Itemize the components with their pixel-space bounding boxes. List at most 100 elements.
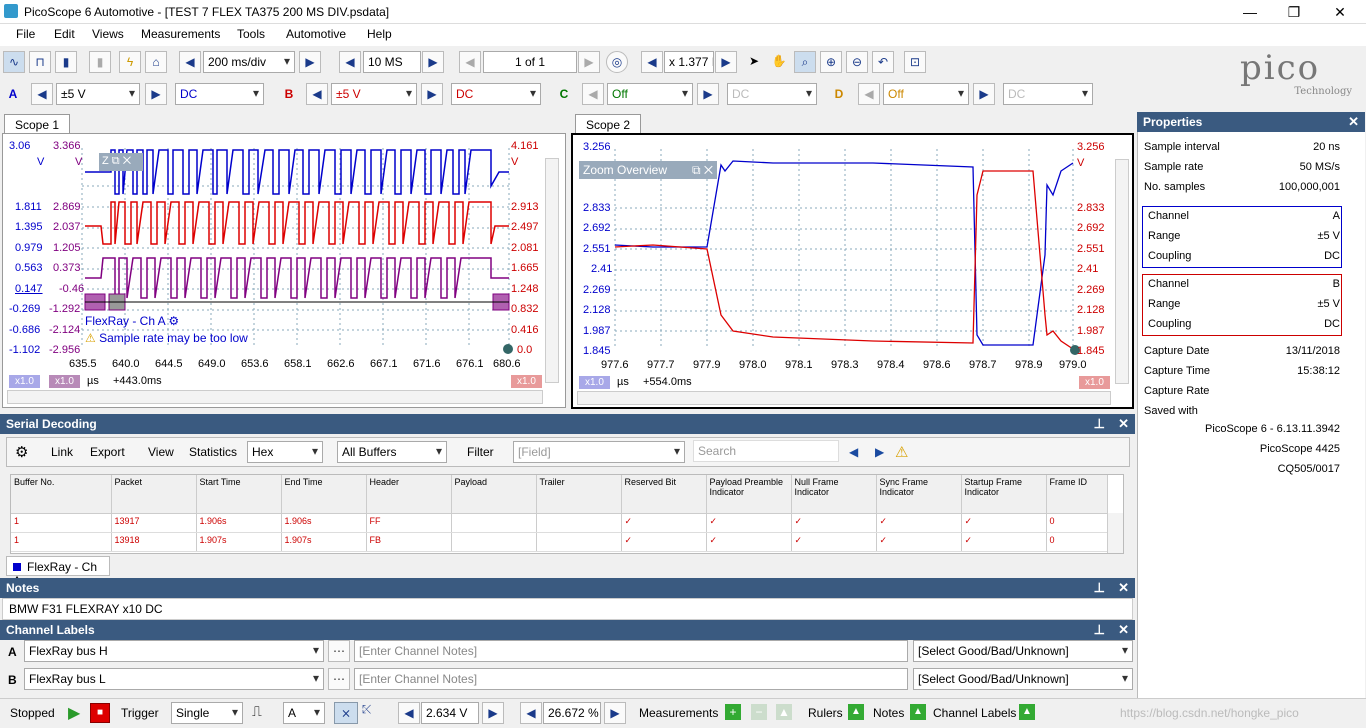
label-row-b-name[interactable]: FlexRay bus L	[24, 668, 324, 690]
properties-close-icon[interactable]: ✕	[1348, 114, 1359, 130]
chD-coupling-select[interactable]: DC	[1003, 83, 1093, 105]
tab-scope2[interactable]: Scope 2	[575, 114, 642, 134]
label-row-a-status[interactable]: [Select Good/Bad/Unknown]	[913, 640, 1133, 662]
scope-mode-icon[interactable]: ∿	[3, 51, 25, 73]
label-row-b-more-icon[interactable]: ⋯	[328, 668, 350, 690]
table-row[interactable]: 1 13918 1.907s 1.907s FB ✓ ✓ ✓ ✓ ✓ 0	[11, 532, 1108, 552]
col-payload[interactable]: Payload	[451, 475, 537, 514]
serial-vscrollbar[interactable]	[1107, 513, 1123, 553]
add-measurement-icon[interactable]: +	[725, 704, 741, 720]
minimize-button[interactable]: —	[1230, 2, 1270, 22]
scope1-zoom-b[interactable]: x1.0	[511, 375, 542, 388]
serial-statistics-button[interactable]: Statistics	[189, 445, 237, 459]
menu-tools[interactable]: Tools	[237, 27, 265, 41]
scope1-hscrollbar[interactable]	[7, 390, 543, 404]
zoom-overview-close-icon[interactable]: ⧉ ✕	[692, 163, 713, 178]
channel-labels-toggle-icon[interactable]: ▲	[1019, 704, 1035, 720]
serial-close-icon[interactable]: ✕	[1118, 416, 1129, 432]
hand-tool-icon[interactable]: ✋	[768, 51, 790, 73]
serial-export-button[interactable]: Export	[90, 445, 125, 459]
trigger-level-field[interactable]: 2.634 V	[421, 702, 479, 724]
start-icon[interactable]: ▶	[68, 703, 80, 723]
tab-scope1[interactable]: Scope 1	[4, 114, 71, 134]
chB-coupling-select[interactable]: DC	[451, 83, 541, 105]
close-button[interactable]: ✕	[1320, 2, 1360, 22]
pretrigger-down-icon[interactable]: ◀	[520, 702, 542, 724]
buffer-prev-icon[interactable]: ◀	[459, 51, 481, 73]
notes-toggle-label[interactable]: Notes	[873, 706, 904, 720]
col-header[interactable]: Header	[366, 475, 452, 514]
menu-views[interactable]: Views	[92, 27, 124, 41]
zoom-up-icon[interactable]: ▶	[715, 51, 737, 73]
chC-range-up-icon[interactable]: ▶	[697, 83, 719, 105]
col-frame-id[interactable]: Frame ID	[1046, 475, 1108, 514]
table-row[interactable]: 1 13917 1.906s 1.906s FF ✓ ✓ ✓ ✓ ✓ 0	[11, 513, 1108, 533]
labels-close-icon[interactable]: ✕	[1118, 622, 1129, 638]
pointer-tool-icon[interactable]: ➤	[743, 51, 765, 73]
stop-icon[interactable]: ■	[90, 703, 110, 723]
home-icon[interactable]: ⌂	[145, 51, 167, 73]
trigger-level-down-icon[interactable]: ◀	[398, 702, 420, 724]
col-startup-frame[interactable]: Startup Frame Indicator	[961, 475, 1047, 514]
zoom-down-icon[interactable]: ◀	[641, 51, 663, 73]
channel-c-label[interactable]: C	[557, 84, 571, 104]
notes-close-icon[interactable]: ✕	[1118, 580, 1129, 596]
samples-down-icon[interactable]: ◀	[339, 51, 361, 73]
serial-view-button[interactable]: View	[148, 445, 174, 459]
persistence-mode-icon[interactable]: ⊓	[29, 51, 51, 73]
buffer-navigator-icon[interactable]: ◎	[606, 51, 628, 73]
zoom-overview[interactable]: Zoom Overview ⧉ ✕	[579, 161, 717, 179]
undo-zoom-icon[interactable]: ↶	[872, 51, 894, 73]
col-sync-frame[interactable]: Sync Frame Indicator	[876, 475, 962, 514]
chC-range-down-icon[interactable]: ◀	[582, 83, 604, 105]
col-start-time[interactable]: Start Time	[196, 475, 282, 514]
probe-icon[interactable]: ϟ	[119, 51, 141, 73]
notes-pin-icon[interactable]: ⊥	[1094, 580, 1105, 596]
label-row-a-more-icon[interactable]: ⋯	[328, 640, 350, 662]
label-row-a-notes[interactable]: [Enter Channel Notes]	[354, 640, 908, 662]
delete-measurement-icon[interactable]: ▲	[776, 704, 792, 720]
zoom-field[interactable]: x 1.377 I	[664, 51, 714, 73]
search-prev-icon[interactable]: ◀	[849, 445, 858, 459]
label-row-a-name[interactable]: FlexRay bus H	[24, 640, 324, 662]
timebase-select[interactable]: 200 ms/div	[203, 51, 295, 73]
chD-range-up-icon[interactable]: ▶	[973, 83, 995, 105]
scope2-hscrollbar[interactable]	[577, 391, 1111, 405]
scope1-zoom-a[interactable]: x1.0	[9, 375, 40, 388]
gear-icon[interactable]: ⚙	[168, 314, 179, 328]
scope2-vscrollbar[interactable]	[1115, 159, 1129, 384]
search-next-icon[interactable]: ▶	[875, 445, 884, 459]
serial-format-select[interactable]: Hex	[247, 441, 323, 463]
serial-mode-icon[interactable]: ▮	[89, 51, 111, 73]
serial-field-select[interactable]: [Field]	[513, 441, 685, 463]
pretrigger-up-icon[interactable]: ▶	[604, 702, 626, 724]
serial-settings-icon[interactable]: ⚙	[15, 443, 28, 461]
measurements-label[interactable]: Measurements	[639, 706, 718, 720]
timebase-down-icon[interactable]: ◀	[179, 51, 201, 73]
serial-pin-icon[interactable]: ⊥	[1094, 416, 1105, 432]
col-trailer[interactable]: Trailer	[536, 475, 622, 514]
menu-file[interactable]: File	[16, 27, 35, 41]
col-end-time[interactable]: End Time	[281, 475, 367, 514]
zoom-in-icon[interactable]: ⊕	[820, 51, 842, 73]
maximize-button[interactable]: ❐	[1274, 2, 1314, 22]
timebase-up-icon[interactable]: ▶	[299, 51, 321, 73]
chD-range-select[interactable]: Off	[883, 83, 969, 105]
rulers-label[interactable]: Rulers	[808, 706, 843, 720]
serial-buffers-select[interactable]: All Buffers	[337, 441, 447, 463]
scope2-zoom-b[interactable]: x1.0	[1079, 376, 1110, 389]
chA-range-down-icon[interactable]: ◀	[31, 83, 53, 105]
trigger-mode-select[interactable]: Single	[171, 702, 243, 724]
chA-coupling-select[interactable]: DC	[175, 83, 264, 105]
chA-range-select[interactable]: ±5 V	[56, 83, 140, 105]
zoom-fit-icon[interactable]: ⊡	[904, 51, 926, 73]
channel-labels-toggle-label[interactable]: Channel Labels	[933, 706, 1016, 720]
zoom-out-icon[interactable]: ⊖	[846, 51, 868, 73]
menu-help[interactable]: Help	[367, 27, 392, 41]
rulers-icon[interactable]: ▲	[848, 704, 864, 720]
spectrum-mode-icon[interactable]: ▮	[55, 51, 77, 73]
serial-filter-button[interactable]: Filter	[467, 445, 494, 459]
trigger-edge-icon[interactable]: ⎍	[252, 703, 262, 720]
buffer-field[interactable]: 1 of 1	[483, 51, 577, 73]
col-reserved-bit[interactable]: Reserved Bit	[621, 475, 707, 514]
